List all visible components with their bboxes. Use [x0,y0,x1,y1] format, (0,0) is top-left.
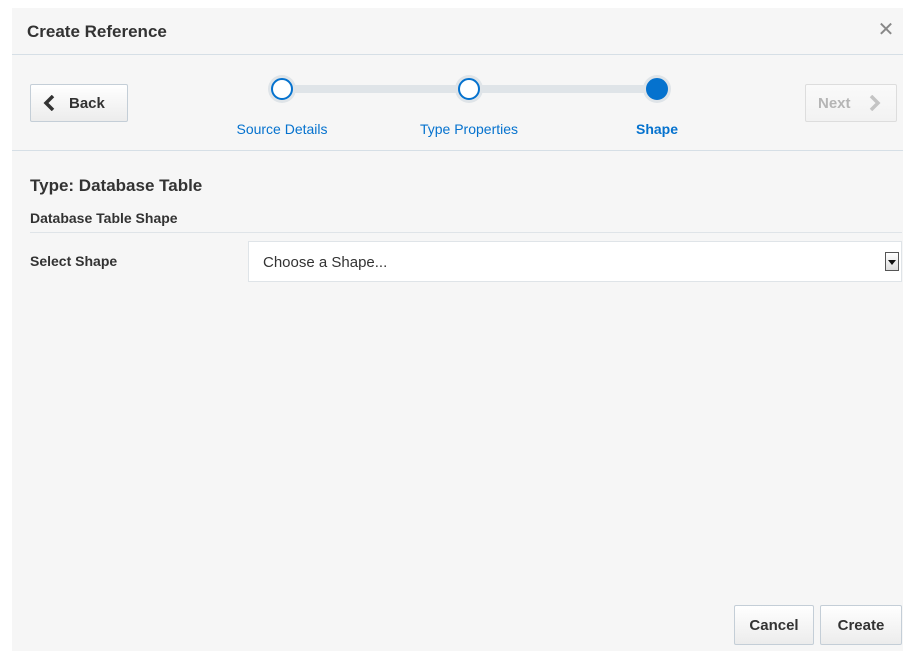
chevron-left-icon [43,94,56,115]
train-stop-shape [646,78,668,100]
dialog-titlebar: Create Reference ✕ [12,8,903,55]
train-connector-2 [470,85,660,93]
chevron-right-icon [868,94,881,115]
train-connector-1 [282,85,469,93]
train-step-label-shape: Shape [635,121,679,137]
create-button[interactable]: Create [820,605,902,645]
train-stop-source-details[interactable] [271,78,293,100]
select-shape-dropdown[interactable]: Choose a Shape... [248,241,902,282]
next-button-label: Next [818,95,851,112]
cancel-button[interactable]: Cancel [734,605,814,645]
type-heading: Type: Database Table [30,176,203,195]
select-shape-value: Choose a Shape... [263,254,388,271]
close-icon[interactable]: ✕ [877,20,895,40]
select-shape-label: Select Shape [30,253,118,269]
create-button-label: Create [837,617,885,634]
cancel-button-label: Cancel [749,617,799,634]
dialog-title: Create Reference [27,22,167,41]
train-step-label-source-details[interactable]: Source Details [236,121,327,137]
dropdown-arrow-icon[interactable] [885,252,899,271]
wizard-train: Back Source Details Type Properties Shap… [12,55,903,151]
back-button[interactable]: Back [30,84,128,122]
create-reference-dialog: Create Reference ✕ Back Source Details T… [12,8,903,651]
train-step-label-type-properties[interactable]: Type Properties [420,121,518,137]
back-button-label: Back [69,95,105,112]
section-header: Database Table Shape [30,210,902,233]
train-stop-type-properties[interactable] [458,78,480,100]
next-button[interactable]: Next [805,84,897,122]
